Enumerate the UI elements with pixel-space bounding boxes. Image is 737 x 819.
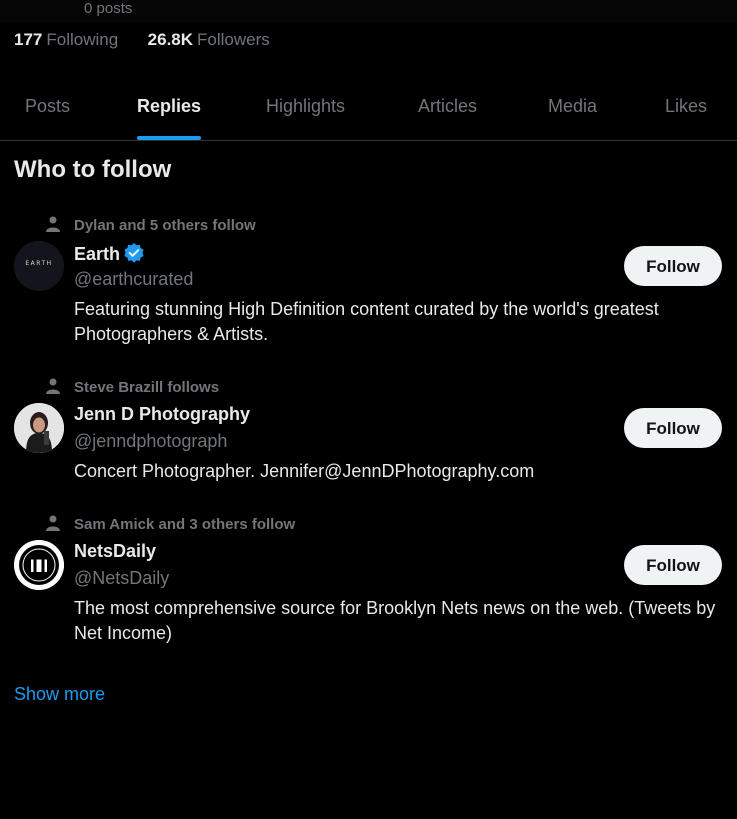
follow-button[interactable]: Follow [624, 545, 722, 585]
avatar-logo-text: EARTH [25, 260, 53, 267]
person-icon [46, 378, 60, 394]
tab-label: Media [548, 96, 598, 116]
active-tab-indicator [137, 136, 202, 140]
account-bio: Featuring stunning High Definition conte… [74, 299, 659, 344]
following-count: 177 [14, 30, 43, 49]
follow-suggestion-card[interactable]: Steve Brazill follows Jenn D Photography… [0, 378, 737, 488]
account-handle[interactable]: @NetsDaily [74, 568, 169, 589]
account-handle[interactable]: @earthcurated [74, 269, 193, 290]
account-bio: The most comprehensive source for Brookl… [74, 598, 716, 643]
tab-label: Articles [418, 96, 478, 116]
show-more-link[interactable]: Show more [14, 684, 105, 705]
account-bio: Concert Photographer. Jennifer@JennDPhot… [74, 461, 535, 481]
follow-suggestion-card[interactable]: Sam Amick and 3 others follow NetsDaily … [0, 515, 737, 655]
follow-button[interactable]: Follow [624, 408, 722, 448]
account-name[interactable]: Earth [74, 242, 145, 265]
tab-label: Replies [137, 96, 202, 116]
who-to-follow-title: Who to follow [14, 156, 172, 183]
followers-link[interactable]: 26.8K Followers [143, 30, 270, 49]
social-context: Dylan and 5 others follow [46, 216, 256, 234]
tab-likes[interactable]: Likes [665, 80, 707, 140]
tab-label: Posts [25, 96, 71, 116]
social-context: Sam Amick and 3 others follow [46, 515, 295, 533]
tab-label: Highlights [266, 96, 346, 116]
tab-replies[interactable]: Replies [137, 80, 202, 140]
person-icon [46, 515, 60, 531]
account-name[interactable]: NetsDaily [74, 541, 156, 562]
following-link[interactable]: 177 Following [14, 30, 123, 49]
verified-badge-icon [124, 243, 144, 263]
follow-suggestion-card[interactable]: Dylan and 5 others follow EARTH Earth @e… [0, 216, 737, 356]
person-photo-icon [14, 403, 64, 453]
account-handle[interactable]: @jenndphotograph [74, 431, 227, 452]
netsdaily-logo-icon [14, 540, 64, 590]
profile-header-strip: 0 posts [0, 0, 737, 22]
followers-count: 26.8K [147, 30, 194, 49]
avatar[interactable]: EARTH [14, 241, 64, 291]
posts-count: 0 posts [84, 0, 133, 17]
profile-stats: 177 Following 26.8K Followers [14, 30, 270, 50]
following-label: Following [46, 30, 119, 49]
tab-articles[interactable]: Articles [418, 80, 477, 140]
follow-button[interactable]: Follow [624, 246, 722, 286]
tab-label: Likes [665, 96, 708, 116]
social-context-text: Sam Amick and 3 others follow [74, 516, 296, 533]
social-context-text: Dylan and 5 others follow [74, 217, 256, 234]
tab-posts[interactable]: Posts [25, 80, 70, 140]
profile-tabs: Posts Replies Highlights Articles Media … [0, 80, 737, 141]
person-icon [46, 216, 60, 232]
avatar[interactable] [14, 540, 64, 590]
social-context: Steve Brazill follows [46, 378, 219, 396]
avatar[interactable] [14, 403, 64, 453]
account-name[interactable]: Jenn D Photography [74, 404, 250, 425]
account-name-text: Earth [74, 244, 121, 264]
tab-media[interactable]: Media [548, 80, 597, 140]
tab-highlights[interactable]: Highlights [266, 80, 345, 140]
social-context-text: Steve Brazill follows [74, 379, 220, 396]
followers-label: Followers [197, 30, 270, 49]
